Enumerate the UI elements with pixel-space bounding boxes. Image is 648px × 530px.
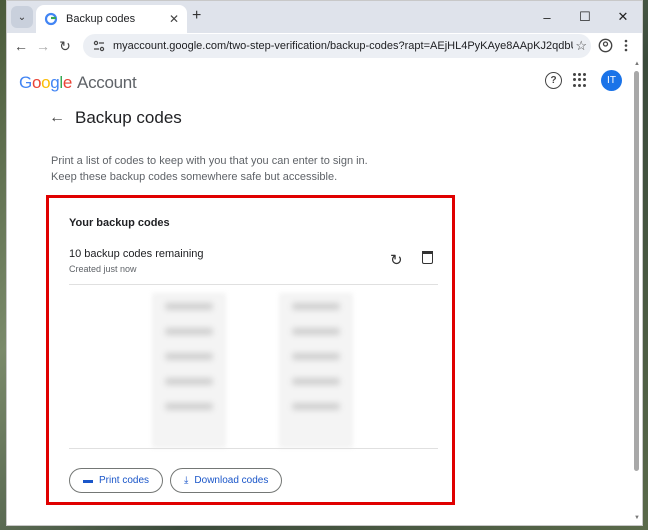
bookmark-star-icon[interactable]: ☆ <box>575 38 587 54</box>
tab-search-button[interactable]: ⌄ <box>11 6 33 28</box>
download-icon: ⤓ <box>184 475 189 486</box>
google-account-logo[interactable]: Google Account <box>19 73 137 93</box>
tab-backup-codes[interactable]: Backup codes ✕ <box>36 5 187 33</box>
minimize-button[interactable]: – <box>528 1 566 33</box>
blurred-codes-column <box>279 293 353 448</box>
codes-remaining-text: 10 backup codes remaining <box>69 248 204 260</box>
scroll-up-arrow[interactable]: ▲ <box>634 61 640 67</box>
url-text: myaccount.google.com/two-step-verificati… <box>113 40 573 52</box>
print-codes-label: Print codes <box>99 475 150 486</box>
browser-toolbar: ← → ↻ myaccount.google.com/two-step-veri… <box>7 33 642 59</box>
created-text: Created just now <box>69 264 137 274</box>
divider <box>69 284 438 285</box>
scroll-down-arrow[interactable]: ▼ <box>634 515 640 521</box>
close-window-button[interactable]: ✕ <box>604 1 642 33</box>
help-icon[interactable]: ? <box>545 72 562 89</box>
divider <box>69 448 438 449</box>
browser-window: ⌄ Backup codes ✕ + – ☐ ✕ ← → ↻ myaccount… <box>6 0 643 526</box>
refresh-codes-icon[interactable]: ↻ <box>390 251 403 269</box>
site-info-icon[interactable] <box>93 40 105 52</box>
scrollbar-thumb[interactable] <box>634 71 639 471</box>
more-menu-icon[interactable] <box>624 39 628 52</box>
address-bar[interactable]: myaccount.google.com/two-step-verificati… <box>83 34 591 58</box>
back-button[interactable]: ← <box>11 36 31 56</box>
google-apps-icon[interactable] <box>573 73 587 87</box>
download-codes-button[interactable]: ⤓ Download codes <box>170 468 283 493</box>
new-tab-button[interactable]: + <box>192 7 201 25</box>
card-heading: Your backup codes <box>69 217 170 229</box>
blurred-codes-column <box>152 293 226 448</box>
back-arrow-icon[interactable]: ← <box>49 109 65 127</box>
avatar[interactable]: IT <box>601 70 622 91</box>
title-bar: ⌄ Backup codes ✕ + – ☐ ✕ <box>7 1 642 33</box>
delete-codes-icon[interactable] <box>422 251 433 264</box>
tab-close-icon[interactable]: ✕ <box>169 12 179 26</box>
maximize-button[interactable]: ☐ <box>566 1 604 33</box>
printer-icon: ▬ <box>83 475 93 486</box>
profile-icon[interactable] <box>598 38 613 53</box>
google-account-header: Google Account ? IT <box>7 61 627 101</box>
window-controls: – ☐ ✕ <box>528 1 642 33</box>
intro-text: Print a list of codes to keep with you t… <box>51 155 368 183</box>
tab-title: Backup codes <box>66 13 136 25</box>
page-title: Backup codes <box>75 108 182 127</box>
backup-codes-card: Your backup codes 10 backup codes remain… <box>46 195 455 505</box>
download-codes-label: Download codes <box>194 475 269 486</box>
google-favicon-icon <box>44 12 58 26</box>
forward-button[interactable]: → <box>33 36 53 56</box>
print-codes-button[interactable]: ▬ Print codes <box>69 468 164 493</box>
reload-button[interactable]: ↻ <box>55 36 75 56</box>
